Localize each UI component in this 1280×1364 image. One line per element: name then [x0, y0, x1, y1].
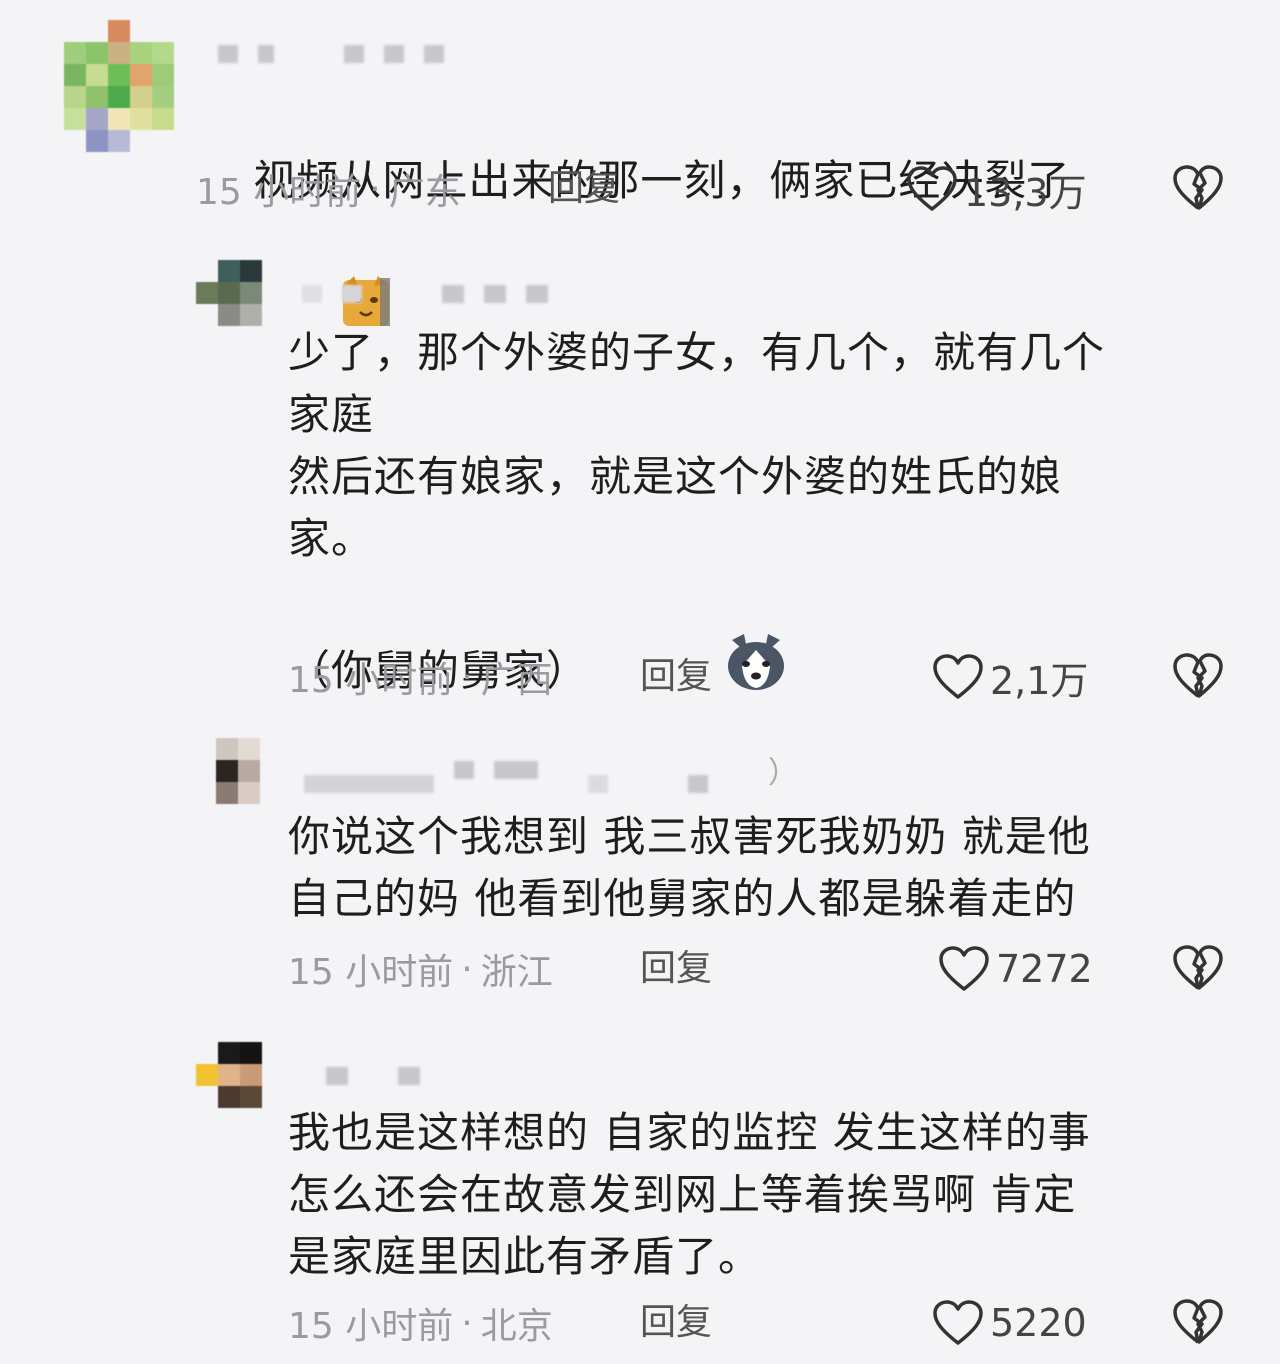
location: 北京 — [480, 1306, 553, 1347]
separator: · — [369, 168, 381, 210]
like-button[interactable]: 2,1万 — [932, 652, 1089, 703]
timestamp: 15 小时前 — [288, 660, 454, 701]
comment-2: 少了，那个外婆的子女，有几个，就有几个 家庭 然后还有娘家，就是这个外婆的姓氏的… — [0, 240, 1280, 710]
username-redacted[interactable] — [218, 44, 464, 64]
separator: · — [461, 656, 473, 698]
broken-heart-icon — [1173, 653, 1223, 698]
dislike-button[interactable] — [1172, 652, 1223, 702]
timestamp: 15 小时前 — [288, 952, 454, 993]
comment-meta: 15 小时前 · 浙江 — [288, 944, 553, 994]
avatar[interactable] — [216, 738, 260, 804]
username-redacted[interactable] — [326, 1066, 440, 1086]
comment-line: 家。 — [288, 514, 375, 563]
comment-line: 家庭 — [288, 390, 375, 439]
like-button[interactable]: 7272 — [938, 944, 1093, 994]
username-redacted[interactable] — [302, 284, 568, 304]
comment-3: ） 你说这个我想到 我三叔害死我奶奶 就是他 自己的妈 他看到他舅家的人都是躲着… — [0, 720, 1280, 1010]
like-count: 2,1万 — [990, 658, 1089, 703]
dislike-button[interactable] — [1172, 164, 1223, 214]
reply-button[interactable]: 回复 — [640, 944, 712, 994]
comment-line: 我也是这样想的 自家的监控 发生这样的事 — [288, 1108, 1091, 1157]
comment-line: 少了，那个外婆的子女，有几个，就有几个 — [288, 328, 1106, 377]
reply-button[interactable]: 回复 — [640, 652, 712, 702]
comment-text: 我也是这样想的 自家的监控 发生这样的事 怎么还会在故意发到网上等着挨骂啊 肯定… — [288, 1102, 1248, 1288]
avatar[interactable] — [64, 20, 174, 152]
timestamp: 15 小时前 — [196, 172, 362, 213]
comment-4: 我也是这样想的 自家的监控 发生这样的事 怎么还会在故意发到网上等着挨骂啊 肯定… — [0, 1022, 1280, 1364]
comment-text: 少了，那个外婆的子女，有几个，就有几个 家庭 然后还有娘家，就是这个外婆的姓氏的… — [288, 322, 1248, 771]
location: 广东 — [388, 172, 461, 213]
heart-icon — [939, 946, 989, 991]
like-count: 7272 — [996, 947, 1093, 991]
username-redacted[interactable]: ） — [304, 756, 844, 793]
broken-heart-icon — [1173, 165, 1223, 210]
dislike-button[interactable] — [1172, 1298, 1223, 1348]
comment-meta: 15 小时前 · 广东 — [196, 164, 461, 214]
username-suffix: ） — [768, 756, 798, 791]
comment-line: 自己的妈 他看到他舅家的人都是躲着走的 — [288, 874, 1077, 923]
heart-icon — [933, 654, 983, 699]
avatar[interactable] — [196, 1042, 262, 1108]
timestamp: 15 小时前 — [288, 1306, 454, 1347]
broken-heart-icon — [1173, 945, 1223, 990]
like-button[interactable]: 5220 — [932, 1298, 1087, 1348]
avatar[interactable] — [196, 260, 262, 326]
location: 广西 — [480, 660, 553, 701]
reply-button[interactable]: 回复 — [640, 1298, 712, 1348]
comment-text: 你说这个我想到 我三叔害死我奶奶 就是他 自己的妈 他看到他舅家的人都是躲着走的 — [288, 806, 1248, 930]
reply-button[interactable]: 回复 — [548, 164, 620, 214]
comment-meta: 15 小时前 · 广西 — [288, 652, 553, 702]
separator: · — [461, 1302, 473, 1344]
like-count: 5220 — [990, 1301, 1087, 1345]
comment-meta: 15 小时前 · 北京 — [288, 1298, 553, 1348]
separator: · — [461, 948, 473, 990]
comment-line: 你说这个我想到 我三叔害死我奶奶 就是他 — [288, 812, 1091, 861]
like-button[interactable]: 13,3万 — [906, 164, 1087, 215]
like-count: 13,3万 — [964, 170, 1087, 215]
heart-icon — [907, 166, 957, 211]
broken-heart-icon — [1173, 1299, 1223, 1344]
location: 浙江 — [480, 952, 553, 993]
comment-1: 视频从网上出来的那一刻，俩家已经决裂了 15 小时前 · 广东 回复 13,3万 — [0, 0, 1280, 326]
dislike-button[interactable] — [1172, 944, 1223, 994]
comment-line: 然后还有娘家，就是这个外婆的姓氏的娘 — [288, 452, 1063, 501]
comment-line: 怎么还会在故意发到网上等着挨骂啊 肯定 — [288, 1170, 1077, 1219]
heart-icon — [933, 1300, 983, 1345]
comment-line: 是家庭里因此有矛盾了。 — [288, 1232, 762, 1281]
